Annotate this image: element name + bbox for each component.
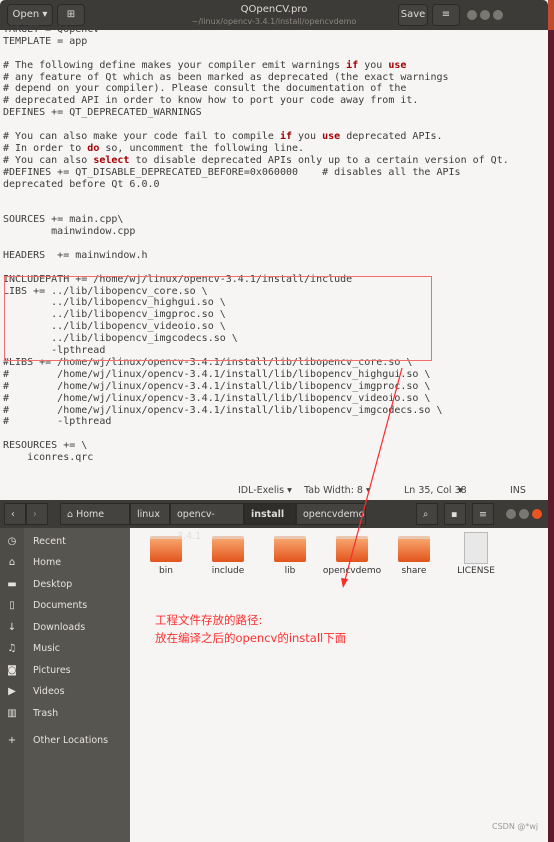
annotation-line-2: 放在编译之后的opencv的install下面 xyxy=(155,631,347,645)
annotation-line-1: 工程文件存放的路径: xyxy=(155,613,263,627)
watermark: CSDN @*wj xyxy=(492,822,539,831)
annotation-arrow xyxy=(341,367,403,588)
annotation-note: 工程文件存放的路径: 放在编译之后的opencv的install下面 xyxy=(155,611,346,647)
